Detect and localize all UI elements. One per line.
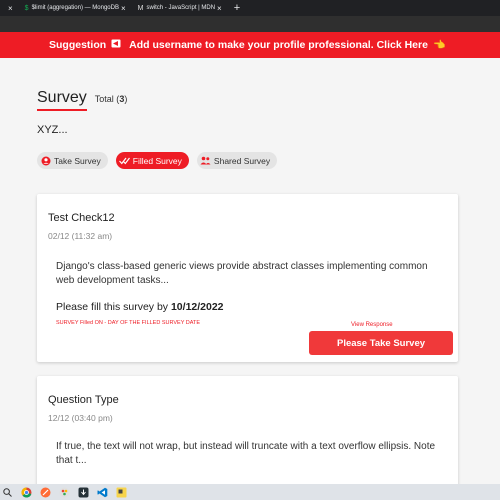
tab-label: Shared Survey <box>213 155 271 166</box>
os-taskbar <box>0 484 500 500</box>
pointing-hand-icon: 👈 <box>432 39 446 51</box>
chrome-icon[interactable] <box>21 487 32 498</box>
fill-by-text: Please fill this survey by 10/12/2022 <box>56 301 224 313</box>
browser-tab-strip: × $ $limit (aggregation) — MongoDB × M s… <box>0 0 500 16</box>
tab-label: switch - JavaScript | MDN <box>146 5 216 11</box>
browser-tab[interactable]: × <box>0 0 19 16</box>
mongodb-favicon-icon: $ <box>24 4 29 12</box>
survey-title: Test Check12 <box>48 212 115 224</box>
page-title: Survey <box>37 89 87 111</box>
postman-icon[interactable] <box>40 487 51 498</box>
page-subtitle: XYZ... <box>37 124 68 136</box>
survey-card: Test Check12 02/12 (11:32 am) Django's c… <box>37 194 458 362</box>
suggestion-banner: Suggestion Add username to make your pro… <box>0 32 500 58</box>
mdn-favicon-icon: M <box>137 4 144 12</box>
survey-description: Django's class-based generic views provi… <box>56 261 428 286</box>
speaker-icon <box>111 39 121 51</box>
tab-shared-survey[interactable]: Shared Survey <box>196 152 278 169</box>
tab-filled-survey[interactable]: Filled Survey <box>115 152 189 169</box>
new-tab-button[interactable]: + <box>228 2 246 14</box>
survey-date: 02/12 (11:32 am) <box>48 231 113 241</box>
tab-take-survey[interactable]: Take Survey <box>37 152 108 169</box>
close-icon[interactable]: × <box>8 4 13 13</box>
survey-card: Question Type 12/12 (03:40 pm) If true, … <box>37 376 458 496</box>
download-icon[interactable] <box>78 487 89 498</box>
tab-label: $limit (aggregation) — MongoDB <box>31 5 119 11</box>
search-icon[interactable] <box>2 487 13 498</box>
vscode-icon[interactable] <box>97 487 108 498</box>
suggestion-message-link[interactable]: Add username to make your profile profes… <box>129 39 428 51</box>
survey-description: If true, the text will not wrap, but ins… <box>56 441 436 466</box>
take-survey-button[interactable]: Please Take Survey <box>309 331 453 355</box>
browser-toolbar <box>0 16 500 32</box>
survey-tabs: Take Survey Filled Survey Shared Survey <box>37 152 278 169</box>
browser-tab-mongodb[interactable]: $ $limit (aggregation) — MongoDB × <box>19 0 132 16</box>
filled-on-text: SURVEY Filled ON - DAY OF THE FILLED SUR… <box>56 320 201 326</box>
user-circle-icon <box>40 155 51 166</box>
survey-title: Question Type <box>48 394 119 406</box>
tab-label: Take Survey <box>54 155 101 166</box>
browser-tab-mdn[interactable]: M switch - JavaScript | MDN × <box>132 0 228 16</box>
tab-label: Filled Survey <box>132 155 182 166</box>
close-icon[interactable]: × <box>217 4 222 13</box>
survey-date: 12/12 (03:40 pm) <box>48 413 113 423</box>
close-icon[interactable]: × <box>121 4 126 13</box>
title-row: Survey Total (3) <box>37 89 127 111</box>
view-response-link[interactable]: View Response <box>351 322 393 328</box>
main-content: Survey Total (3) XYZ... Take Survey Fill… <box>0 58 500 496</box>
total-count: Total (3) <box>94 94 128 104</box>
app-icon[interactable] <box>59 487 70 498</box>
sticky-notes-icon[interactable] <box>116 487 127 498</box>
fill-by-date: 10/12/2022 <box>170 301 224 313</box>
people-icon <box>200 155 211 166</box>
suggestion-label: Suggestion <box>49 39 107 51</box>
double-check-icon <box>118 155 130 166</box>
